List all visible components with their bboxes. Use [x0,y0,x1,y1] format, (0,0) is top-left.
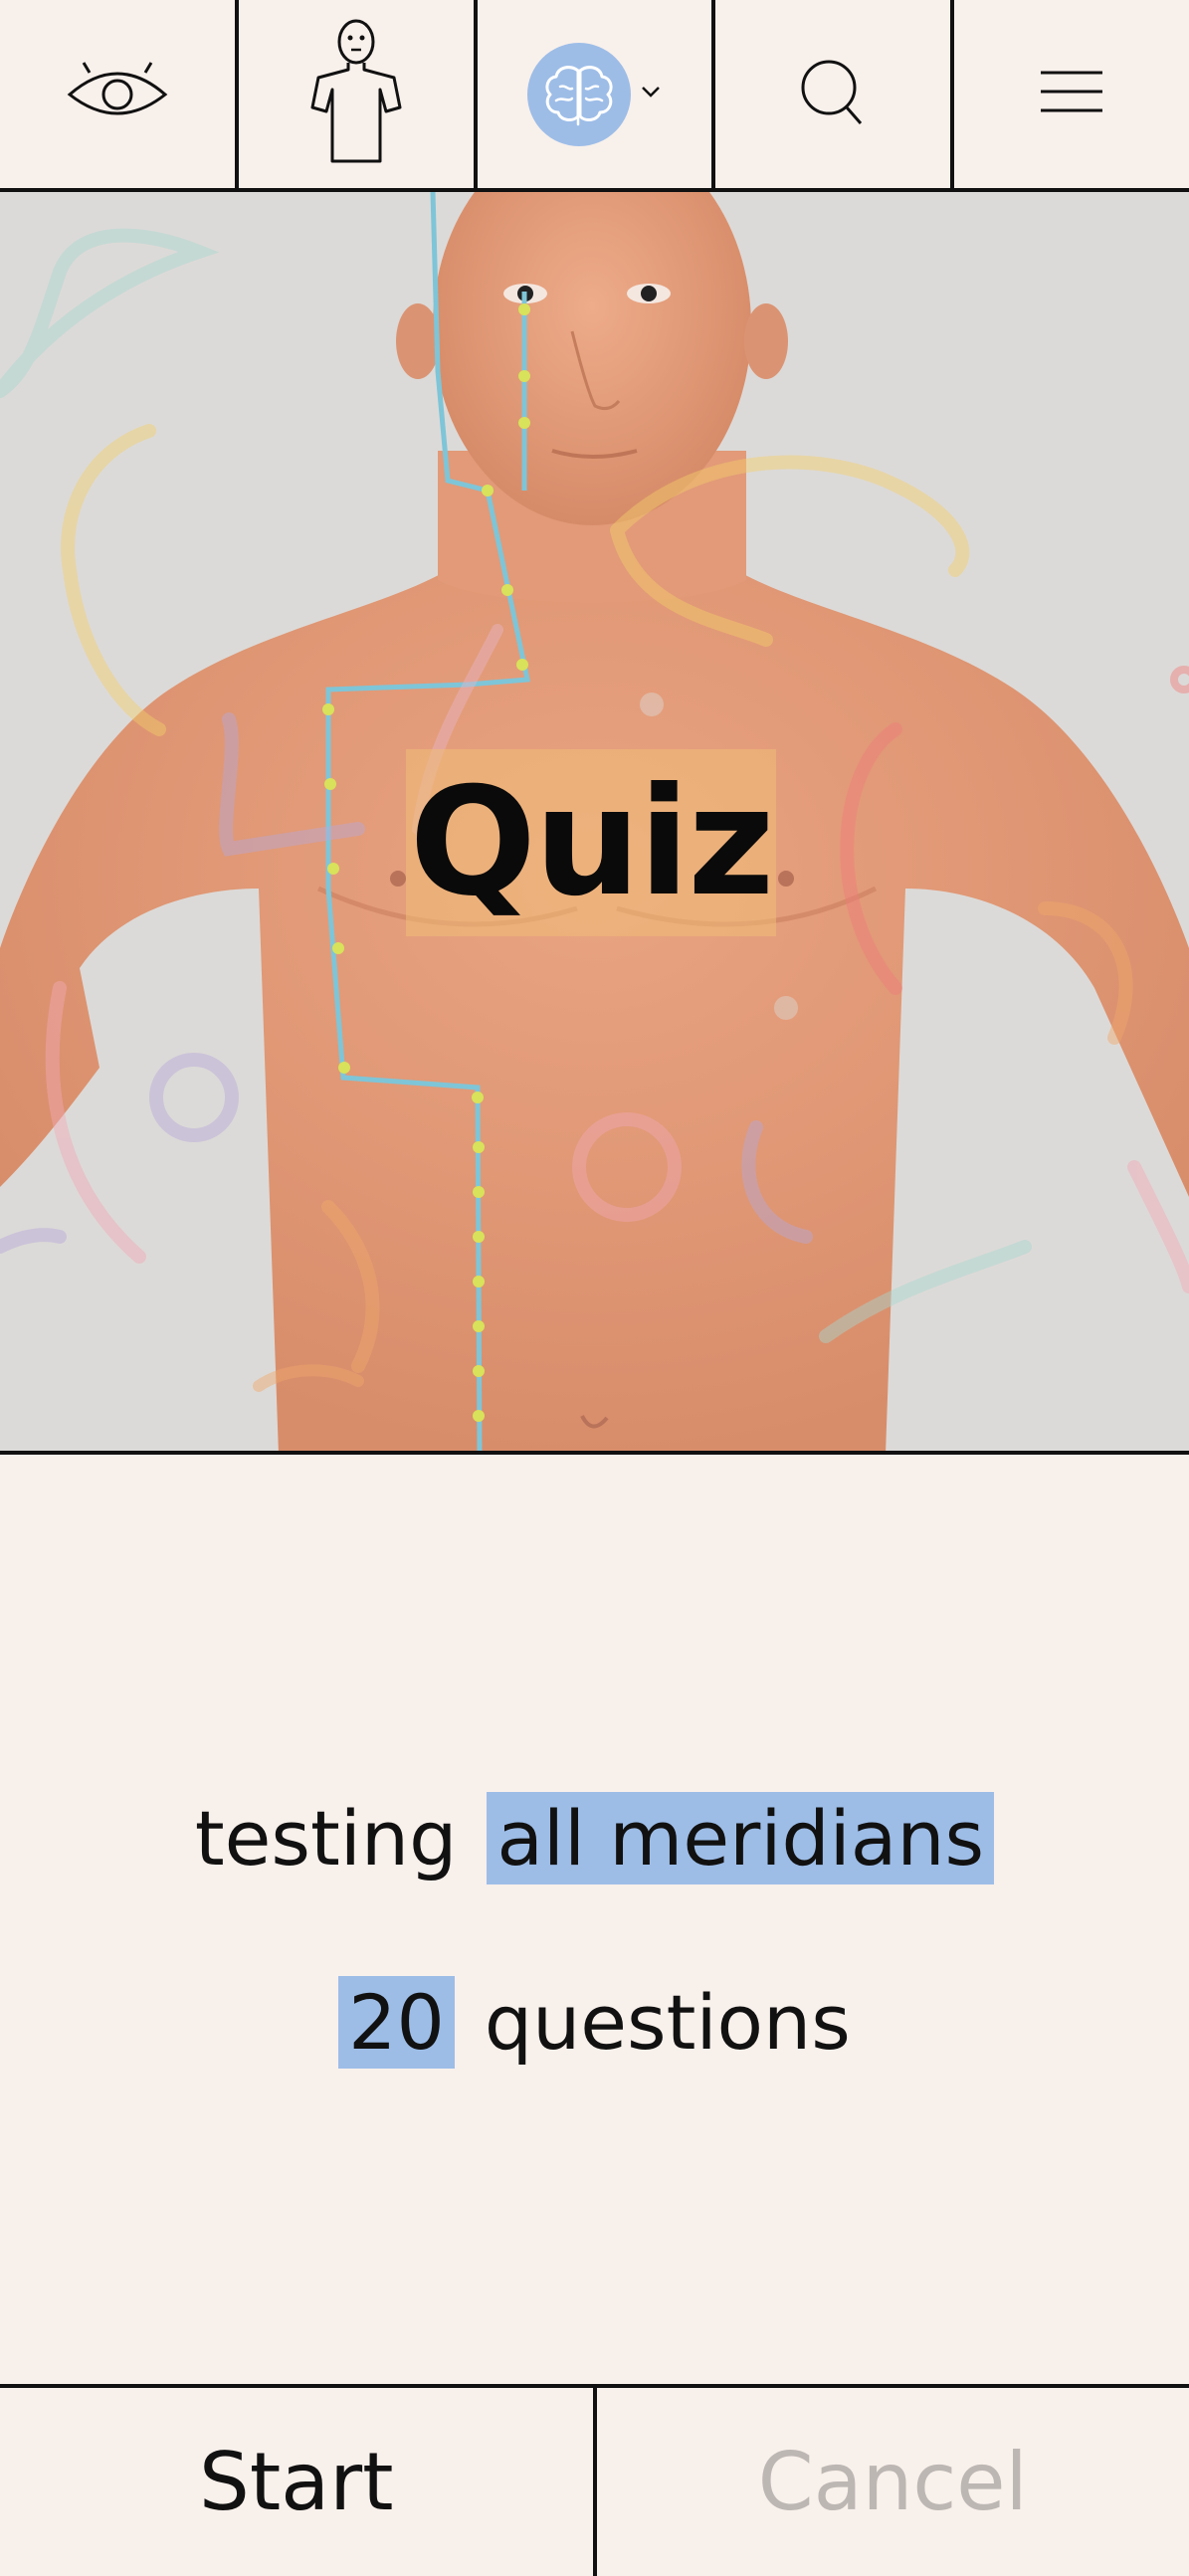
nav-view-button[interactable] [0,0,239,188]
nav-search-button[interactable] [715,0,955,188]
meridian-selector[interactable]: all meridians [487,1792,995,1884]
nav-menu-button[interactable] [954,0,1189,188]
top-navigation-bar [0,0,1189,192]
question-count-selector[interactable]: 20 [338,1976,455,2069]
nav-body-model-button[interactable] [239,0,478,188]
eye-icon [66,57,169,131]
hamburger-menu-icon [1039,69,1104,119]
body-model-icon [304,18,408,170]
question-count-row: 20 questions [0,1976,1189,2069]
quiz-hero-image: Quiz [0,192,1189,1455]
start-button[interactable]: Start [0,2388,597,2576]
meridian-setting-row: testing all meridians [0,1792,1189,1884]
brain-icon [527,42,632,146]
chevron-down-icon [641,85,661,103]
testing-label: testing [194,1794,458,1882]
nav-quiz-button[interactable] [478,0,716,188]
cancel-button[interactable]: Cancel [597,2388,1189,2576]
quiz-settings: testing all meridians 20 questions [0,1459,1189,2384]
quiz-title-box: Quiz [406,749,776,936]
search-icon [797,56,869,132]
action-bar: Start Cancel [0,2384,1189,2576]
quiz-title: Quiz [409,756,774,929]
questions-label: questions [484,1978,851,2067]
